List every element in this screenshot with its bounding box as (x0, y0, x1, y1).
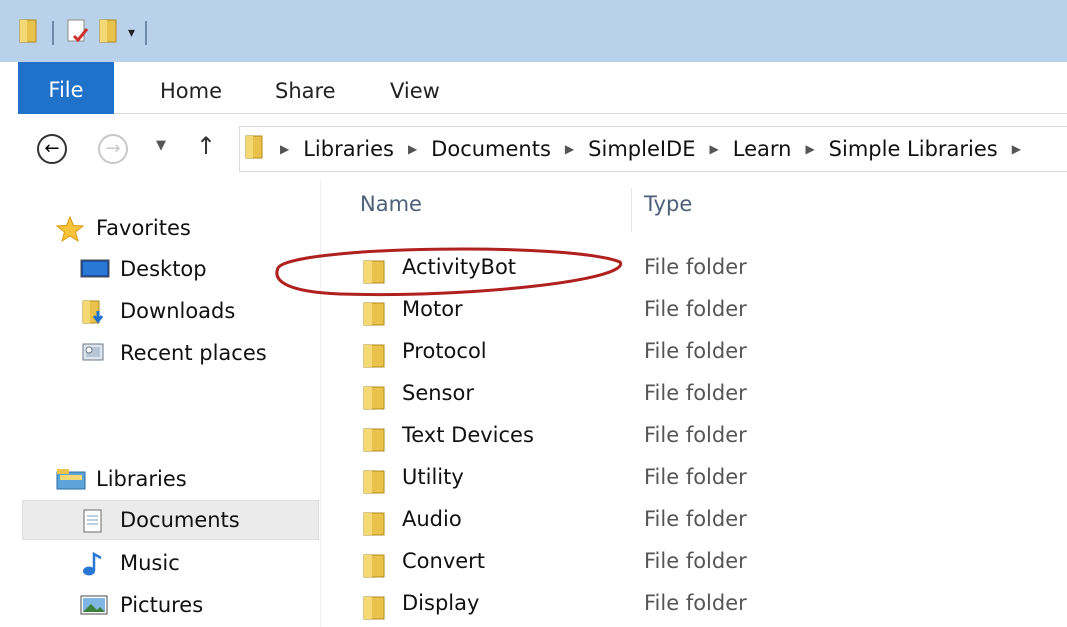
toolbar-separator (52, 21, 54, 45)
folder-icon (244, 134, 266, 164)
chevron-right-icon[interactable]: ▶ (565, 142, 574, 156)
breadcrumb-libraries[interactable]: Libraries (303, 137, 394, 161)
chevron-right-icon[interactable]: ▶ (710, 142, 719, 156)
navigation-toolbar: ← → ▼ ↑ ▶ Libraries ▶ Documents ▶ Simple… (18, 122, 1067, 178)
breadcrumb-documents[interactable]: Documents (431, 137, 551, 161)
nav-item-downloads-label: Downloads (120, 299, 236, 323)
nav-item-downloads[interactable]: Downloads (80, 293, 235, 329)
folder-icon (362, 554, 388, 578)
column-separator[interactable] (631, 188, 632, 232)
nav-item-documents[interactable]: Documents (22, 500, 319, 540)
column-header-type[interactable]: Type (644, 192, 692, 236)
folder-icon (362, 344, 388, 368)
file-name: Convert (402, 549, 486, 573)
file-type: File folder (644, 255, 747, 279)
file-type: File folder (644, 339, 747, 363)
chevron-right-icon[interactable]: ▶ (1012, 142, 1021, 156)
folder-icon (362, 428, 388, 452)
folder-icon (362, 470, 388, 494)
folder-icon (362, 512, 388, 536)
folder-icon[interactable] (18, 18, 40, 48)
chevron-right-icon[interactable]: ▶ (280, 142, 289, 156)
forward-arrow-icon: → (105, 138, 121, 159)
back-button[interactable]: ← (37, 134, 67, 164)
nav-item-music-label: Music (120, 551, 180, 575)
recent-locations-dropdown-icon[interactable]: ▼ (156, 138, 166, 153)
breadcrumb-learn[interactable]: Learn (733, 137, 792, 161)
nav-item-pictures-label: Pictures (120, 593, 204, 617)
desktop-icon (80, 257, 110, 281)
tab-view[interactable]: View (390, 62, 440, 114)
file-type: File folder (644, 591, 747, 615)
nav-libraries[interactable]: Libraries (56, 461, 187, 497)
file-type: File folder (644, 507, 747, 531)
tab-home[interactable]: Home (160, 62, 222, 114)
list-item[interactable]: Text Devices File folder (360, 421, 1060, 457)
file-type: File folder (644, 465, 747, 489)
file-name: Protocol (402, 339, 487, 363)
file-type: File folder (644, 549, 747, 573)
folder-icon (362, 596, 388, 620)
tab-file[interactable]: File (18, 62, 114, 114)
nav-favorites[interactable]: Favorites (55, 210, 191, 246)
pane-divider[interactable] (320, 180, 321, 627)
back-arrow-icon: ← (44, 138, 60, 159)
breadcrumb-simpleide[interactable]: SimpleIDE (588, 137, 695, 161)
address-bar[interactable]: ▶ Libraries ▶ Documents ▶ SimpleIDE ▶ Le… (239, 126, 1067, 172)
nav-libraries-label: Libraries (96, 467, 187, 491)
customize-dropdown-icon[interactable]: ▾ (128, 25, 135, 41)
column-header-name[interactable]: Name (360, 192, 422, 236)
up-arrow-icon[interactable]: ↑ (196, 132, 216, 160)
documents-icon (80, 508, 108, 533)
list-item[interactable]: ActivityBot File folder (360, 253, 1060, 289)
music-icon (80, 551, 108, 576)
list-item[interactable]: Convert File folder (360, 547, 1060, 583)
folder-icon (362, 302, 388, 326)
file-name: Audio (402, 507, 462, 531)
list-item[interactable]: Sensor File folder (360, 379, 1060, 415)
list-item[interactable]: Protocol File folder (360, 337, 1060, 373)
title-bar: ▾ (0, 0, 1067, 62)
file-type: File folder (644, 423, 747, 447)
chevron-right-icon[interactable]: ▶ (408, 142, 417, 156)
breadcrumb-simple-libraries[interactable]: Simple Libraries (829, 137, 998, 161)
nav-favorites-label: Favorites (96, 216, 191, 240)
recent-places-icon (80, 341, 108, 365)
tab-share[interactable]: Share (275, 62, 336, 114)
file-name: ActivityBot (402, 255, 517, 279)
libraries-icon (56, 467, 86, 491)
folder-icon (362, 386, 388, 410)
toolbar-separator (145, 21, 148, 45)
downloads-icon (80, 299, 108, 324)
forward-button[interactable]: → (98, 134, 128, 164)
nav-item-desktop[interactable]: Desktop (80, 251, 207, 287)
file-name: Sensor (402, 381, 474, 405)
nav-item-music[interactable]: Music (80, 545, 180, 581)
file-type: File folder (644, 297, 747, 321)
file-name: Display (402, 591, 480, 615)
star-icon (55, 215, 85, 243)
new-folder-icon[interactable] (98, 18, 120, 48)
nav-item-documents-label: Documents (120, 508, 240, 532)
file-name: Text Devices (402, 423, 534, 447)
list-item[interactable]: Motor File folder (360, 295, 1060, 331)
nav-item-pictures[interactable]: Pictures (80, 587, 203, 623)
list-item[interactable]: Utility File folder (360, 463, 1060, 499)
list-item[interactable]: Audio File folder (360, 505, 1060, 541)
ribbon-tabs: File Home Share View (18, 62, 1067, 114)
file-type: File folder (644, 381, 747, 405)
folder-icon (362, 260, 388, 284)
file-name: Motor (402, 297, 463, 321)
chevron-right-icon[interactable]: ▶ (805, 142, 814, 156)
nav-item-recent-places-label: Recent places (120, 341, 267, 365)
list-item[interactable]: Display File folder (360, 589, 1060, 625)
pictures-icon (80, 593, 108, 617)
quick-access-toolbar: ▾ (18, 18, 159, 48)
nav-item-recent-places[interactable]: Recent places (80, 335, 267, 371)
nav-item-desktop-label: Desktop (120, 257, 207, 281)
file-name: Utility (402, 465, 464, 489)
properties-icon[interactable] (66, 18, 90, 48)
